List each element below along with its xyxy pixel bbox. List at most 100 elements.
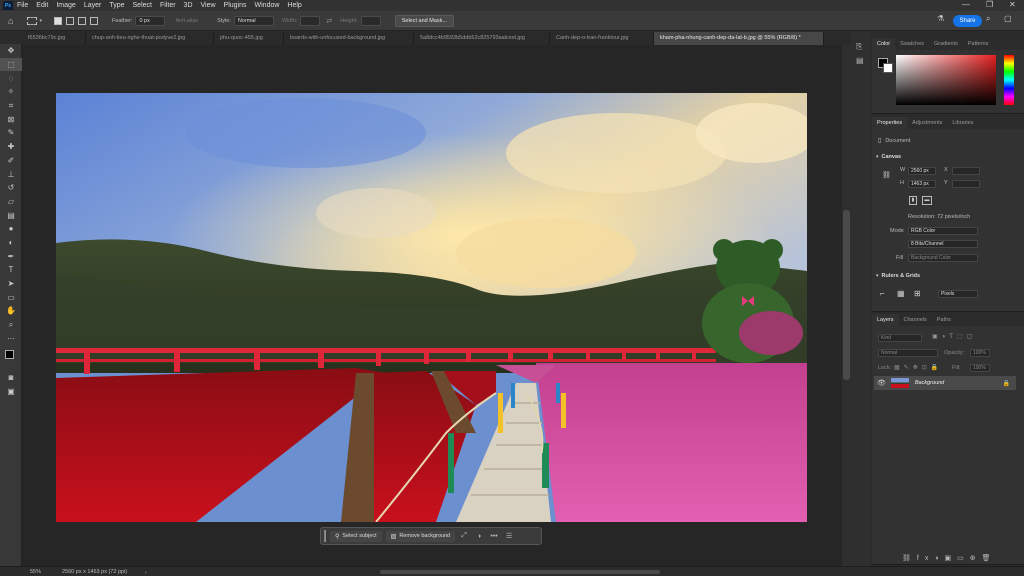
minimize-icon[interactable]: — [962, 0, 970, 9]
tab-channels[interactable]: Channels [899, 314, 932, 326]
new-selection-icon[interactable] [53, 16, 62, 25]
color-field[interactable] [896, 55, 996, 105]
height-input[interactable] [360, 15, 381, 26]
marquee-icon[interactable]: ⬚ [0, 57, 22, 72]
tab-active-document[interactable]: kham-pha-nhung-canh-dep-da-lat-b.jpg @ 5… [654, 32, 824, 45]
healing-icon[interactable]: ✚ [0, 140, 22, 154]
type-icon[interactable]: T [0, 263, 22, 277]
tab-document[interactable]: phu-quoc-455.jpg [214, 32, 284, 45]
lasso-icon[interactable]: ◌ [0, 71, 22, 85]
remove-background-button[interactable]: ▨ Remove background [385, 530, 456, 542]
blur-icon[interactable]: ● [0, 222, 22, 236]
tab-color[interactable]: Color [872, 38, 896, 50]
tab-libraries[interactable]: Libraries [947, 117, 978, 129]
menu-layer[interactable]: Layer [84, 2, 102, 9]
eraser-icon[interactable]: ▱ [0, 195, 22, 209]
y-input[interactable] [952, 180, 980, 188]
drag-handle[interactable] [324, 530, 326, 542]
lock-icons[interactable]: ▦✎✥⊡🔒 [894, 364, 942, 371]
more-icon[interactable]: ⋯ [0, 331, 22, 345]
scrollbar-thumb[interactable] [843, 210, 850, 380]
height-input[interactable]: 1463 px [908, 180, 936, 188]
fill-select[interactable]: Background Color [908, 254, 978, 262]
guides-icon[interactable]: ⊞ [914, 289, 921, 298]
horizontal-scrollbar[interactable] [380, 570, 660, 574]
transform-icon[interactable]: ⤢ [458, 532, 470, 540]
marquee-preset-icon[interactable] [27, 16, 38, 25]
tab-document[interactable]: chup-anh-tieu-nghe-thuat-podyve2.jpg [86, 32, 214, 45]
frame-icon[interactable]: ⊠ [0, 112, 22, 126]
tab-adjustments[interactable]: Adjustments [907, 117, 947, 129]
maximize-icon[interactable]: ❐ [986, 0, 993, 9]
kind-filter[interactable]: Kind [878, 334, 922, 342]
zoom-icon[interactable]: ⌕ [0, 318, 22, 332]
tab-document[interactable]: 5a8dcc4b9593b5ddb52c825793aalcest.jpg [414, 32, 550, 45]
menu-plugins[interactable]: Plugins [224, 2, 247, 9]
share-button[interactable]: Share [953, 15, 982, 27]
quick-mask-icon[interactable]: ◙ [0, 371, 22, 385]
tab-properties[interactable]: Properties [872, 117, 908, 129]
layer-row[interactable]: 👁 Background 🔒 [874, 376, 1016, 390]
tab-gradients[interactable]: Gradients [929, 38, 963, 50]
comment-icon[interactable]: ▤ [856, 56, 871, 65]
shape-icon[interactable]: ▭ [0, 290, 22, 304]
menu-file[interactable]: File [17, 2, 28, 9]
home-icon[interactable]: ⌂ [8, 16, 13, 26]
dodge-icon[interactable]: ◐ [0, 236, 22, 250]
antialias-checkbox[interactable]: Anti-alias [175, 18, 198, 24]
chevron-down-icon[interactable]: ▾ [39, 18, 42, 24]
search-icon[interactable]: ⌕ [986, 14, 990, 24]
menu-3d[interactable]: 3D [184, 2, 193, 9]
link-icon[interactable]: ⛓ [882, 171, 891, 179]
foreground-color-swatch[interactable] [5, 350, 14, 360]
tab-paths[interactable]: Paths [932, 314, 956, 326]
flask-icon[interactable]: ⚗ [937, 14, 944, 23]
tab-document[interactable]: f6536bc79c.jpg [22, 32, 86, 45]
x-input[interactable] [952, 167, 980, 175]
gradient-icon[interactable]: ▤ [0, 208, 22, 222]
select-subject-button[interactable]: ⚲ Select subject [330, 530, 382, 542]
menu-type[interactable]: Type [109, 2, 124, 9]
feather-input[interactable]: 0 px [135, 15, 166, 26]
brush-icon[interactable]: ✐ [0, 154, 22, 168]
tab-document[interactable]: Canh-dep-o-tran-franktour.jpg [550, 32, 654, 45]
adjustment-icon[interactable]: ◑ [473, 533, 485, 540]
background-color-swatch[interactable] [883, 63, 893, 73]
chevron-down-icon[interactable]: ▾ [876, 154, 879, 160]
color-swatches[interactable] [0, 345, 21, 371]
menu-window[interactable]: Window [255, 2, 280, 9]
add-selection-icon[interactable] [65, 16, 74, 25]
hand-icon[interactable]: ✋ [0, 304, 22, 318]
pen-icon[interactable]: ✒ [0, 249, 22, 263]
magic-wand-icon[interactable]: ✧ [0, 85, 22, 99]
intersect-selection-icon[interactable] [89, 16, 98, 25]
tab-layers[interactable]: Layers [872, 314, 899, 326]
units-select[interactable]: Pixels [938, 290, 978, 298]
more-options-button[interactable]: ••• [488, 533, 500, 540]
history-brush-icon[interactable]: ↺ [0, 181, 22, 195]
tab-swatches[interactable]: Swatches [895, 38, 929, 50]
grid-icon[interactable]: ▦ [897, 289, 905, 298]
menu-image[interactable]: Image [56, 2, 75, 9]
menu-view[interactable]: View [201, 2, 216, 9]
blend-mode-select[interactable]: Normal [878, 349, 938, 357]
hue-slider[interactable] [1004, 55, 1014, 105]
layer-actions[interactable]: ⛓fx◑▣▭⊕🗑 [902, 554, 997, 562]
menu-help[interactable]: Help [287, 2, 301, 9]
history-icon[interactable]: ⎘ [856, 42, 871, 52]
swap-icon[interactable]: ⇄ [326, 17, 332, 25]
ruler-icon[interactable]: ⌐ [880, 289, 885, 298]
move-icon[interactable]: ✥ [0, 44, 22, 58]
menu-edit[interactable]: Edit [36, 2, 48, 9]
portrait-icon[interactable]: ▮ [909, 196, 917, 205]
eyedropper-icon[interactable]: ✎ [0, 126, 22, 140]
width-input[interactable] [300, 15, 321, 26]
close-window-icon[interactable]: ✕ [1009, 0, 1016, 9]
landscape-icon[interactable]: ▬ [922, 196, 932, 205]
zoom-level[interactable]: 55% [30, 569, 41, 575]
layer-name[interactable]: Background [915, 380, 944, 386]
layer-filter-icons[interactable]: ▣◑T⬚▢ [932, 333, 976, 340]
fill-opacity-input[interactable]: 100% [970, 364, 990, 372]
opacity-input[interactable]: 100% [970, 349, 990, 357]
screen-mode-icon[interactable]: ▣ [0, 385, 22, 399]
